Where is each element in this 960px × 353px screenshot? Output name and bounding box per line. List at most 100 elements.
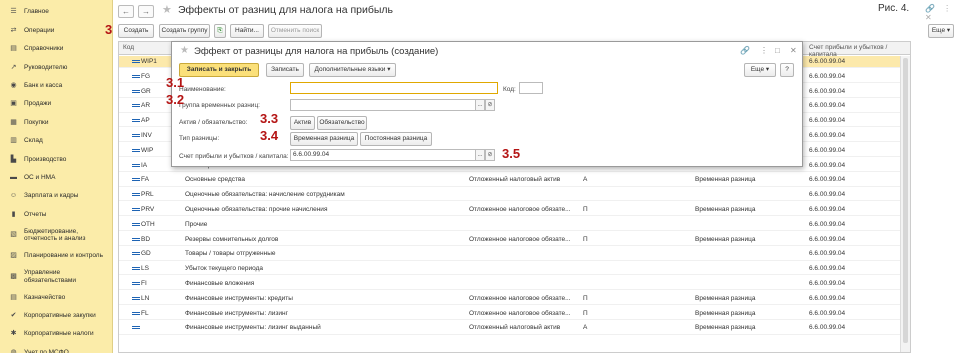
account-select-button[interactable]: ...	[475, 149, 485, 161]
name-field[interactable]	[290, 82, 498, 94]
dialog-maximize-icon[interactable]: □	[775, 46, 780, 55]
cell-code: BD	[141, 235, 151, 243]
item-icon	[132, 148, 140, 152]
table-row[interactable]: OTH Прочие 6.6.00.99.04	[119, 219, 910, 232]
cell-account: 6.6.00.99.04	[809, 132, 846, 139]
sidebar-item[interactable]: ▤ Казначейство	[0, 288, 112, 306]
window-controls-icons[interactable]: 🔗 ⋮ ✕	[925, 4, 960, 22]
page-title: Эффекты от разниц для налога на прибыль	[178, 4, 393, 16]
sidebar-item[interactable]: ▩ Управление обязательствами	[0, 265, 112, 288]
sidebar-item[interactable]: ▣ Продажи	[0, 95, 112, 113]
sidebar-item-label: Банк и касса	[24, 82, 63, 89]
item-icon	[132, 282, 140, 285]
sidebar-item-label: ОС и НМА	[24, 173, 56, 181]
chart-icon: ↗	[10, 63, 17, 71]
cell-account: 6.6.00.99.04	[809, 309, 846, 317]
additional-languages-button[interactable]: Дополнительные языки ▾	[309, 63, 396, 77]
save-and-close-button[interactable]: Записать и закрыть	[179, 63, 259, 77]
cell-account: 6.6.00.99.04	[809, 72, 846, 80]
difference-type-label: Тип разницы:	[179, 135, 220, 142]
item-icon	[132, 222, 140, 226]
group-select-button[interactable]: ...	[475, 99, 485, 111]
copy-icon[interactable]: ⎘	[214, 24, 226, 38]
budget-icon: ▧	[10, 231, 17, 239]
cell-name: Оценочные обязательства: начисление сотр…	[185, 191, 345, 199]
cell-account: 6.6.00.99.04	[809, 294, 846, 302]
cell-type: Отложенный налоговый актив	[469, 324, 561, 332]
back-button[interactable]: ←	[118, 5, 134, 18]
sidebar-item[interactable]: ☺ Зарплата и кадры	[0, 187, 112, 205]
sidebar-item[interactable]: ▦ Покупки	[0, 113, 112, 131]
code-field[interactable]	[519, 82, 543, 94]
more-button[interactable]: Еще ▾	[928, 24, 954, 38]
find-button[interactable]: Найти...	[230, 24, 264, 38]
dialog-link-icon[interactable]: 🔗	[740, 46, 750, 55]
help-button[interactable]: ?	[780, 63, 794, 77]
sidebar: ☰ Главное ⇄ Операции ▤ Справочники ↗ Руководите…	[0, 0, 113, 353]
permanent-difference-button[interactable]: Постоянная разница	[360, 132, 432, 146]
asset-button[interactable]: Актив	[290, 116, 315, 130]
cell-code: PRL	[141, 191, 154, 199]
table-row[interactable]: PRL Оценочные обязательства: начисление с…	[119, 189, 910, 202]
sidebar-item[interactable]: ▤ Справочники	[0, 40, 112, 58]
cell-account: 6.6.00.99.04	[809, 265, 846, 273]
table-row[interactable]: LN Финансовые инструменты: кредиты Отложен…	[119, 293, 910, 306]
cart-icon: ▣	[10, 100, 17, 108]
dialog-close-icon[interactable]: ✕	[790, 46, 797, 55]
account-open-icon[interactable]: ⊘	[485, 149, 495, 161]
sidebar-item[interactable]: ◉ Банк и касса	[0, 77, 112, 95]
cell-sign: П	[583, 294, 588, 302]
temporary-difference-button[interactable]: Временная разница	[290, 132, 358, 146]
cell-type: Отложенный налоговый актив	[469, 176, 561, 184]
item-icon	[132, 134, 140, 137]
cell-name: Оценочные обязательства: прочие начислен…	[185, 206, 328, 213]
sidebar-item[interactable]: ▬ ОС и НМА	[0, 169, 112, 187]
cell-type: Отложенное налоговое обязате...	[469, 294, 571, 302]
sidebar-item[interactable]: ▥ Склад	[0, 132, 112, 150]
sidebar-item[interactable]: ◍ Учет по МСФО	[0, 343, 112, 353]
column-header-code[interactable]: Код	[123, 44, 134, 51]
purchase-icon: ✔	[10, 311, 17, 319]
cell-diff: Временная разница	[695, 324, 756, 332]
sidebar-item[interactable]: ▙ Производство	[0, 150, 112, 168]
sidebar-item-label: Производство	[24, 155, 67, 163]
item-icon	[132, 237, 140, 241]
dialog-more-button[interactable]: Еще ▾	[744, 63, 776, 77]
sidebar-item[interactable]: ⇄ Операции	[0, 21, 112, 39]
sidebar-item[interactable]: ↗ Руководителю	[0, 58, 112, 76]
sidebar-item-label: Корпоративные налоги	[24, 330, 94, 338]
table-row[interactable]: FI Финансовые вложения 6.6.00.99.04	[119, 278, 910, 291]
sidebar-item[interactable]: ▧ Бюджетирование, отчетность и анализ	[0, 224, 112, 247]
sidebar-item[interactable]: ▨ Планирование и контроль	[0, 247, 112, 265]
group-open-icon[interactable]: ⊘	[485, 99, 495, 111]
sidebar-item[interactable]: ✱ Корпоративные налоги	[0, 325, 112, 343]
create-button[interactable]: Создать	[118, 24, 154, 38]
vertical-scrollbar[interactable]	[900, 56, 910, 352]
table-row[interactable]: FL Финансовые инструменты: лизинг Отложенн…	[119, 308, 910, 320]
cell-name: Финансовые вложения	[185, 280, 255, 287]
sidebar-item[interactable]: ▮ Отчеты	[0, 205, 112, 223]
liability-button[interactable]: Обязательство	[317, 116, 367, 130]
dialog-favorite-star-icon[interactable]: ★	[180, 45, 189, 56]
favorite-star-icon[interactable]: ★	[162, 3, 172, 16]
cell-code: OTH	[141, 220, 155, 228]
cell-account: 6.6.00.99.04	[809, 161, 846, 169]
table-row[interactable]: Финансовые инструменты: лизинг выданный О…	[119, 322, 910, 335]
table-row[interactable]: GD Товары / товары отгруженные 6.6.00.99.0…	[119, 248, 910, 261]
group-field[interactable]	[290, 99, 476, 111]
save-button[interactable]: Записать	[266, 63, 304, 77]
cancel-search-button[interactable]: Отменить поиск	[268, 24, 322, 38]
scrollbar-thumb[interactable]	[903, 58, 908, 343]
table-row[interactable]: BD Резервы сомнительных долгов Отложенное …	[119, 234, 910, 246]
forward-button[interactable]: →	[138, 5, 154, 18]
sidebar-item[interactable]: ☰ Главное	[0, 3, 112, 21]
sidebar-item[interactable]: ✔ Корпоративные закупки	[0, 306, 112, 324]
annotation-3-1: 3.1	[166, 75, 185, 90]
dialog-menu-icon[interactable]: ⋮	[760, 46, 768, 55]
table-row[interactable]: FA Основные средства Отложенный налоговый …	[119, 174, 910, 187]
create-group-button[interactable]: Создать группу	[159, 24, 210, 38]
cell-diff: Временная разница	[695, 294, 756, 302]
table-row[interactable]: PRV Оценочные обязательства: прочие начис…	[119, 204, 910, 217]
table-row[interactable]: LS Убыток текущего периода 6.6.00.99.04	[119, 263, 910, 276]
account-field[interactable]: 6.6.00.99.04	[290, 149, 476, 161]
